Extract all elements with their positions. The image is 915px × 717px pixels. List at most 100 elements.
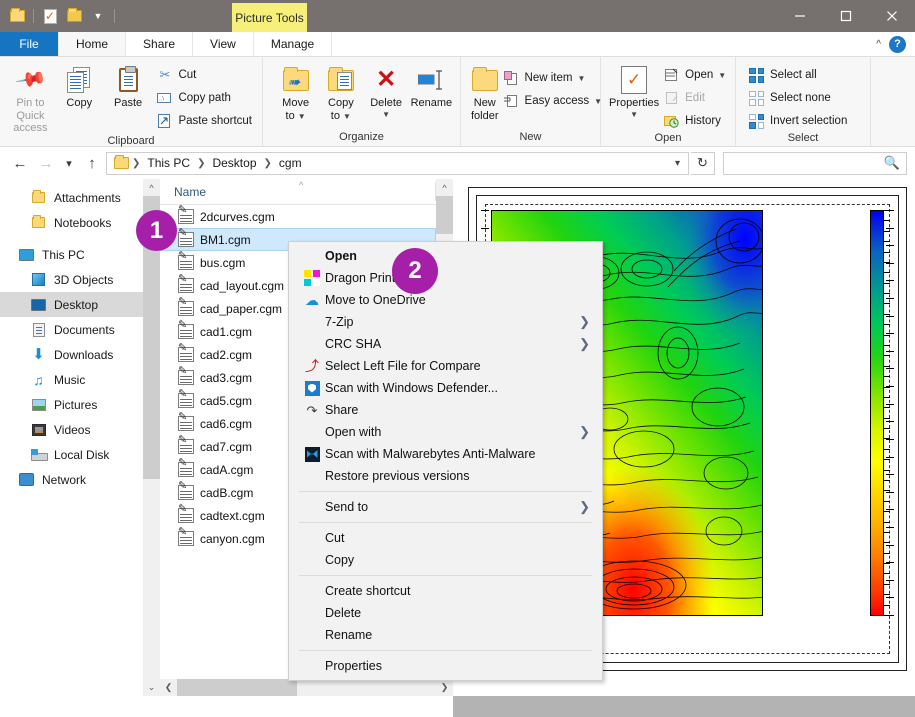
- search-input[interactable]: [730, 156, 884, 170]
- chevron-down-icon[interactable]: ▾: [670, 158, 685, 169]
- new-folder-icon[interactable]: [64, 6, 84, 26]
- menu-item-open[interactable]: Open: [289, 245, 602, 267]
- copy-button[interactable]: Copy: [55, 61, 104, 110]
- back-button[interactable]: ←: [8, 151, 32, 175]
- recent-locations-button[interactable]: ▾: [60, 151, 78, 175]
- menu-item-select-left-file-for-compare[interactable]: ⤴ Select Left File for Compare: [289, 355, 602, 377]
- new-folder-button[interactable]: New folder: [471, 61, 499, 122]
- easy-access-button[interactable]: Easy access ▼: [499, 90, 606, 112]
- nav-item-desktop[interactable]: Desktop: [0, 292, 143, 317]
- picture-tools-contextual-tab[interactable]: Picture Tools: [232, 3, 307, 32]
- delete-button[interactable]: ✕ Delete ▼: [364, 61, 409, 119]
- annotation-badge-1: 1: [136, 210, 177, 251]
- new-item-dropdown-icon[interactable]: ▼: [577, 74, 585, 83]
- properties-dropdown-icon[interactable]: ▼: [630, 110, 638, 119]
- menu-item-scan-with-malwarebytes[interactable]: Scan with Malwarebytes Anti-Malware: [289, 443, 602, 465]
- up-button[interactable]: ↑: [80, 151, 104, 175]
- scroll-down-icon[interactable]: ⌄: [143, 679, 160, 696]
- open-button[interactable]: Open ▼: [659, 64, 730, 86]
- scrollbar-thumb[interactable]: [177, 679, 297, 696]
- invert-selection-button[interactable]: Invert selection: [744, 110, 851, 132]
- new-item-button[interactable]: New item ▼: [499, 67, 606, 89]
- customize-dropdown-icon[interactable]: ▼: [88, 6, 108, 26]
- menu-label: Rename: [325, 628, 372, 642]
- nav-item-attachments[interactable]: Attachments: [0, 185, 143, 210]
- menu-item-dragon-print[interactable]: Dragon Print: [289, 267, 602, 289]
- tab-share[interactable]: Share: [126, 32, 193, 56]
- search-box[interactable]: 🔍: [723, 152, 907, 175]
- paste-button[interactable]: Paste: [104, 61, 153, 110]
- nav-item-videos[interactable]: Videos: [0, 417, 143, 442]
- move-to-button[interactable]: ➠ Move to ▼: [273, 61, 318, 122]
- menu-item-rename[interactable]: Rename: [289, 624, 602, 646]
- tab-manage[interactable]: Manage: [254, 32, 332, 56]
- nav-item-music[interactable]: ♫ Music: [0, 367, 143, 392]
- this-pc-icon: [18, 247, 35, 263]
- breadcrumb-this-pc[interactable]: This PC: [143, 156, 194, 170]
- pin-to-quick-access-button[interactable]: 📌 Pin to Quick access: [6, 61, 55, 135]
- nav-item-documents[interactable]: Documents: [0, 317, 143, 342]
- menu-item-share[interactable]: ↷ Share: [289, 399, 602, 421]
- properties-button[interactable]: ✓ Properties ▼: [609, 61, 659, 119]
- hscroll-track[interactable]: [177, 679, 436, 696]
- menu-item-open-with[interactable]: Open with ❯: [289, 421, 602, 443]
- scroll-right-icon[interactable]: ❯: [436, 679, 453, 696]
- forward-button[interactable]: →: [34, 151, 58, 175]
- help-icon[interactable]: ?: [889, 36, 906, 53]
- navigation-pane-scrollbar[interactable]: ^ ⌄: [143, 179, 160, 696]
- menu-item-cut[interactable]: Cut: [289, 527, 602, 549]
- nav-item-network[interactable]: Network: [0, 467, 143, 492]
- compare-icon: ⤴: [299, 359, 325, 373]
- nav-item-downloads[interactable]: ⬇ Downloads: [0, 342, 143, 367]
- refresh-icon[interactable]: ↻: [691, 152, 715, 175]
- properties-icon[interactable]: ✓: [40, 6, 60, 26]
- column-header-name[interactable]: Name ^: [160, 179, 436, 205]
- menu-item-send-to[interactable]: Send to ❯: [289, 496, 602, 518]
- nav-item-3d-objects[interactable]: 3D Objects: [0, 267, 143, 292]
- menu-item-properties[interactable]: Properties: [289, 655, 602, 677]
- select-all-button[interactable]: Select all: [744, 64, 851, 86]
- nav-item-notebooks[interactable]: Notebooks: [0, 210, 143, 235]
- breadcrumb-cgm[interactable]: cgm: [275, 156, 306, 170]
- nav-item-local-disk[interactable]: Local Disk: [0, 442, 143, 467]
- scroll-left-icon[interactable]: ❮: [160, 679, 177, 696]
- scroll-up-icon[interactable]: ^: [143, 179, 160, 196]
- delete-dropdown-icon[interactable]: ▼: [382, 110, 390, 119]
- tab-view[interactable]: View: [193, 32, 254, 56]
- breadcrumb-desktop[interactable]: Desktop: [208, 156, 260, 170]
- tab-file[interactable]: File: [0, 32, 58, 56]
- maximize-icon[interactable]: [823, 0, 869, 32]
- close-icon[interactable]: [869, 0, 915, 32]
- nav-label: Pictures: [54, 398, 97, 412]
- menu-item-scan-with-windows-defender[interactable]: Scan with Windows Defender...: [289, 377, 602, 399]
- cut-button[interactable]: ✂ Cut: [152, 64, 256, 86]
- copy-path-button[interactable]: ..\ Copy path: [152, 87, 256, 109]
- history-button[interactable]: History: [659, 110, 730, 132]
- menu-item-move-to-onedrive[interactable]: ☁ Move to OneDrive: [289, 289, 602, 311]
- file-list-horizontal-scrollbar[interactable]: ❮ ❯: [160, 679, 453, 696]
- edit-button[interactable]: Edit: [659, 87, 730, 109]
- menu-item-delete[interactable]: Delete: [289, 602, 602, 624]
- file-row[interactable]: 2dcurves.cgm: [160, 205, 436, 228]
- folder-icon[interactable]: [7, 6, 27, 26]
- nav-item-this-pc[interactable]: This PC: [0, 242, 143, 267]
- open-dropdown-icon[interactable]: ▼: [718, 71, 726, 80]
- menu-item-7-zip[interactable]: 7-Zip ❯: [289, 311, 602, 333]
- scroll-up-icon[interactable]: ^: [436, 179, 453, 196]
- minimize-icon[interactable]: [777, 0, 823, 32]
- menu-item-copy[interactable]: Copy: [289, 549, 602, 571]
- edit-icon: [663, 91, 680, 105]
- menu-item-create-shortcut[interactable]: Create shortcut: [289, 580, 602, 602]
- select-none-button[interactable]: Select none: [744, 87, 851, 109]
- nav-item-pictures[interactable]: Pictures: [0, 392, 143, 417]
- menu-item-crc-sha[interactable]: CRC SHA ❯: [289, 333, 602, 355]
- cgm-file-icon: [178, 301, 194, 316]
- rename-button[interactable]: Rename: [409, 61, 454, 110]
- address-breadcrumb-bar[interactable]: ❯ This PC ❯ Desktop ❯ cgm ▾: [106, 152, 689, 175]
- copy-to-button[interactable]: Copy to ▼: [318, 61, 363, 122]
- tab-home[interactable]: Home: [58, 32, 126, 56]
- scrollbar-thumb[interactable]: [436, 196, 453, 234]
- collapse-ribbon-chevron-icon[interactable]: ^: [876, 39, 881, 50]
- menu-item-restore-previous-versions[interactable]: Restore previous versions: [289, 465, 602, 487]
- paste-shortcut-button[interactable]: Paste shortcut: [152, 110, 256, 132]
